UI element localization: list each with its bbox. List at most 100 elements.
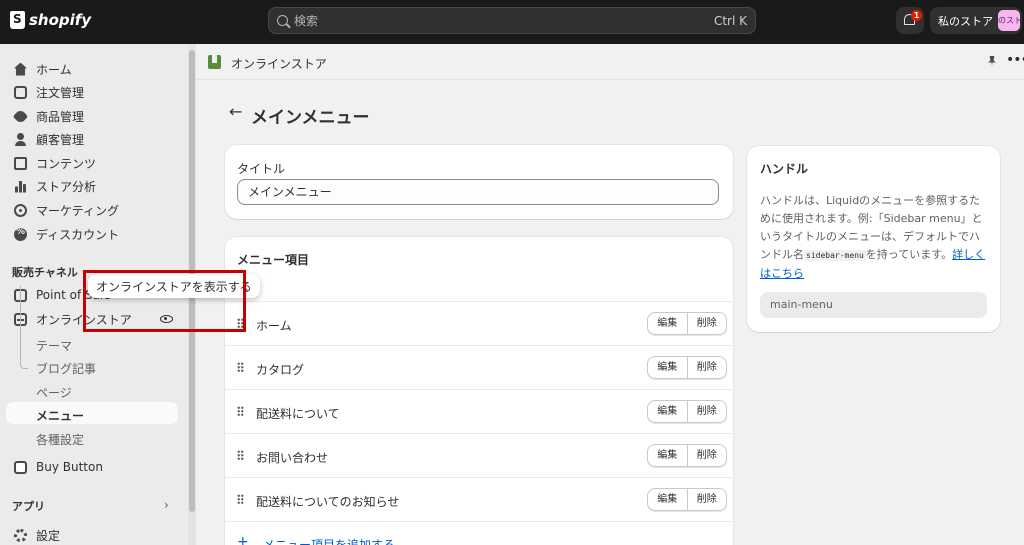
sidebar-subitem-themes[interactable]: テーマ [36, 337, 72, 354]
sidebar-item-orders[interactable]: 注文管理 [6, 81, 178, 103]
sidebar-item-label: 注文管理 [36, 85, 85, 100]
sidebar-subitem-menu[interactable] [6, 402, 178, 424]
chevron-right-icon[interactable]: › [164, 498, 169, 512]
handle-description: ハンドルは、Liquidのメニューを参照するために使用されます。例:「Sideb… [760, 192, 990, 283]
drag-handle-icon[interactable] [237, 494, 244, 504]
store-name: 私のストア [938, 14, 993, 28]
delete-button[interactable]: 削除 [688, 313, 727, 334]
sidebar-item-label: ディスカウント [36, 227, 120, 242]
sales-channel-heading: 販売チャネル [12, 266, 78, 279]
content-icon [14, 156, 27, 170]
handle-input[interactable]: main-menu [760, 292, 987, 318]
title-input[interactable]: メインメニュー [237, 179, 719, 205]
search-shortcut: Ctrl K [713, 13, 747, 28]
menu-item-label: お問い合わせ [256, 451, 329, 465]
title-field-label: タイトル [237, 162, 286, 176]
sidebar-item-customers[interactable]: 顧客管理 [6, 128, 178, 150]
row-actions: 編集 削除 [647, 400, 727, 423]
sidebar-item-analytics[interactable]: ストア分析 [6, 175, 178, 197]
store-menu-button[interactable]: 私のストア のスト [930, 7, 1022, 34]
gear-icon [14, 528, 27, 542]
edit-button[interactable]: 編集 [648, 401, 688, 422]
sidebar-subitem-pages[interactable]: ページ [36, 384, 72, 401]
row-actions: 編集 削除 [647, 312, 727, 335]
menu-items-heading: メニュー項目 [237, 253, 310, 267]
drag-handle-icon[interactable] [237, 406, 244, 416]
back-arrow-icon[interactable]: ← [229, 102, 242, 121]
shopify-logo[interactable]: shopify [10, 11, 91, 29]
store-avatar: のスト [998, 10, 1020, 31]
chart-icon [14, 180, 27, 193]
inbox-icon [14, 85, 27, 99]
sidebar-item-label: 顧客管理 [36, 132, 85, 147]
sidebar-item-label: Buy Button [36, 460, 103, 474]
menu-item-row[interactable]: 配送料についてのお知らせ 編集 削除 [225, 477, 733, 521]
sidebar-item-content[interactable]: コンテンツ [6, 152, 178, 174]
sidebar-item-label: ストア分析 [36, 179, 97, 194]
add-menu-item-button[interactable]: + メニュー項目を追加する [225, 521, 733, 545]
tag-icon [12, 108, 29, 124]
edit-button[interactable]: 編集 [648, 445, 688, 466]
menu-item-label: ホーム [256, 319, 292, 333]
delete-button[interactable]: 削除 [688, 401, 727, 422]
sidebar-item-label: 設定 [36, 528, 61, 543]
home-icon [14, 62, 27, 76]
drag-handle-icon[interactable] [237, 318, 244, 328]
online-store-logo-icon [208, 55, 221, 69]
delete-button[interactable]: 削除 [688, 489, 727, 510]
sidebar-item-online-store[interactable]: オンラインストア [6, 308, 178, 330]
menu-item-row[interactable]: カタログ 編集 削除 [225, 345, 733, 389]
drag-handle-icon[interactable] [237, 362, 244, 372]
target-icon [14, 203, 27, 217]
more-options-icon[interactable]: ••• [1006, 52, 1024, 68]
delete-button[interactable]: 削除 [688, 357, 727, 378]
notification-badge: 1 [911, 10, 922, 21]
drag-handle-icon[interactable] [237, 450, 244, 460]
shopify-bag-icon [10, 11, 25, 29]
menu-item-row[interactable]: お問い合わせ 編集 削除 [225, 433, 733, 477]
handle-desc-text-2: を持っています。 [865, 248, 953, 261]
sidebar-item-products[interactable]: 商品管理 [6, 105, 178, 127]
row-actions: 編集 削除 [647, 488, 727, 511]
sidebar-item-label: コンテンツ [36, 156, 97, 171]
menu-item-row[interactable]: ホーム 編集 削除 [225, 301, 733, 345]
sidebar-item-home[interactable]: ホーム [6, 58, 178, 80]
page-title: メインメニュー [251, 108, 370, 128]
sidebar-subitem-settings[interactable]: 各種設定 [36, 431, 84, 448]
title-card: タイトル メインメニュー [225, 145, 733, 219]
eye-icon [159, 315, 173, 323]
search-input[interactable]: 検索 Ctrl K [268, 7, 756, 34]
apps-heading[interactable]: アプリ [12, 498, 45, 514]
top-bar: shopify 検索 Ctrl K 1 私のストア のスト [0, 0, 1024, 44]
sidebar-item-settings[interactable]: 設定 [6, 524, 178, 545]
menu-item-row[interactable]: 配送料について 編集 削除 [225, 389, 733, 433]
sidebar-item-discounts[interactable]: ディスカウント [6, 223, 178, 245]
tooltip: オンラインストアを表示する [88, 274, 260, 298]
handle-card: ハンドル ハンドルは、Liquidのメニューを参照するために使用されます。例:「… [747, 146, 1000, 332]
search-icon [277, 15, 288, 26]
edit-button[interactable]: 編集 [648, 313, 688, 334]
sidebar-item-marketing[interactable]: マーケティング [6, 199, 178, 221]
view-online-store-button[interactable] [155, 308, 177, 330]
page-header-bar: オンラインストア [196, 44, 1024, 80]
handle-code-sample: sidebar-menu [804, 250, 866, 261]
sidebar-item-buy-button[interactable]: Buy Button [6, 456, 178, 478]
add-menu-item-label: メニュー項目を追加する [263, 538, 396, 545]
edit-button[interactable]: 編集 [648, 357, 688, 378]
buy-button-icon [14, 460, 27, 474]
menu-item-label: 配送料についてのお知らせ [256, 495, 400, 509]
sidebar-item-label: ホーム [36, 62, 72, 77]
logo-text: shopify [29, 11, 92, 29]
sidebar-subitem-blog[interactable]: ブログ記事 [36, 360, 96, 377]
edit-button[interactable]: 編集 [648, 489, 688, 510]
plus-icon: + [237, 534, 249, 545]
delete-button[interactable]: 削除 [688, 445, 727, 466]
menu-items-card: メニュー項目 ホーム 編集 削除 カタログ 編集 削除 配送料について 編集 削… [225, 237, 733, 545]
sidebar-subitem-menu-label: メニュー [36, 409, 85, 423]
breadcrumb: オンラインストア [231, 57, 327, 71]
person-icon [14, 132, 27, 146]
row-actions: 編集 削除 [647, 356, 727, 379]
notifications-button[interactable]: 1 [896, 7, 924, 34]
menu-item-label: カタログ [256, 363, 305, 377]
sidebar-item-label: 商品管理 [36, 109, 85, 124]
